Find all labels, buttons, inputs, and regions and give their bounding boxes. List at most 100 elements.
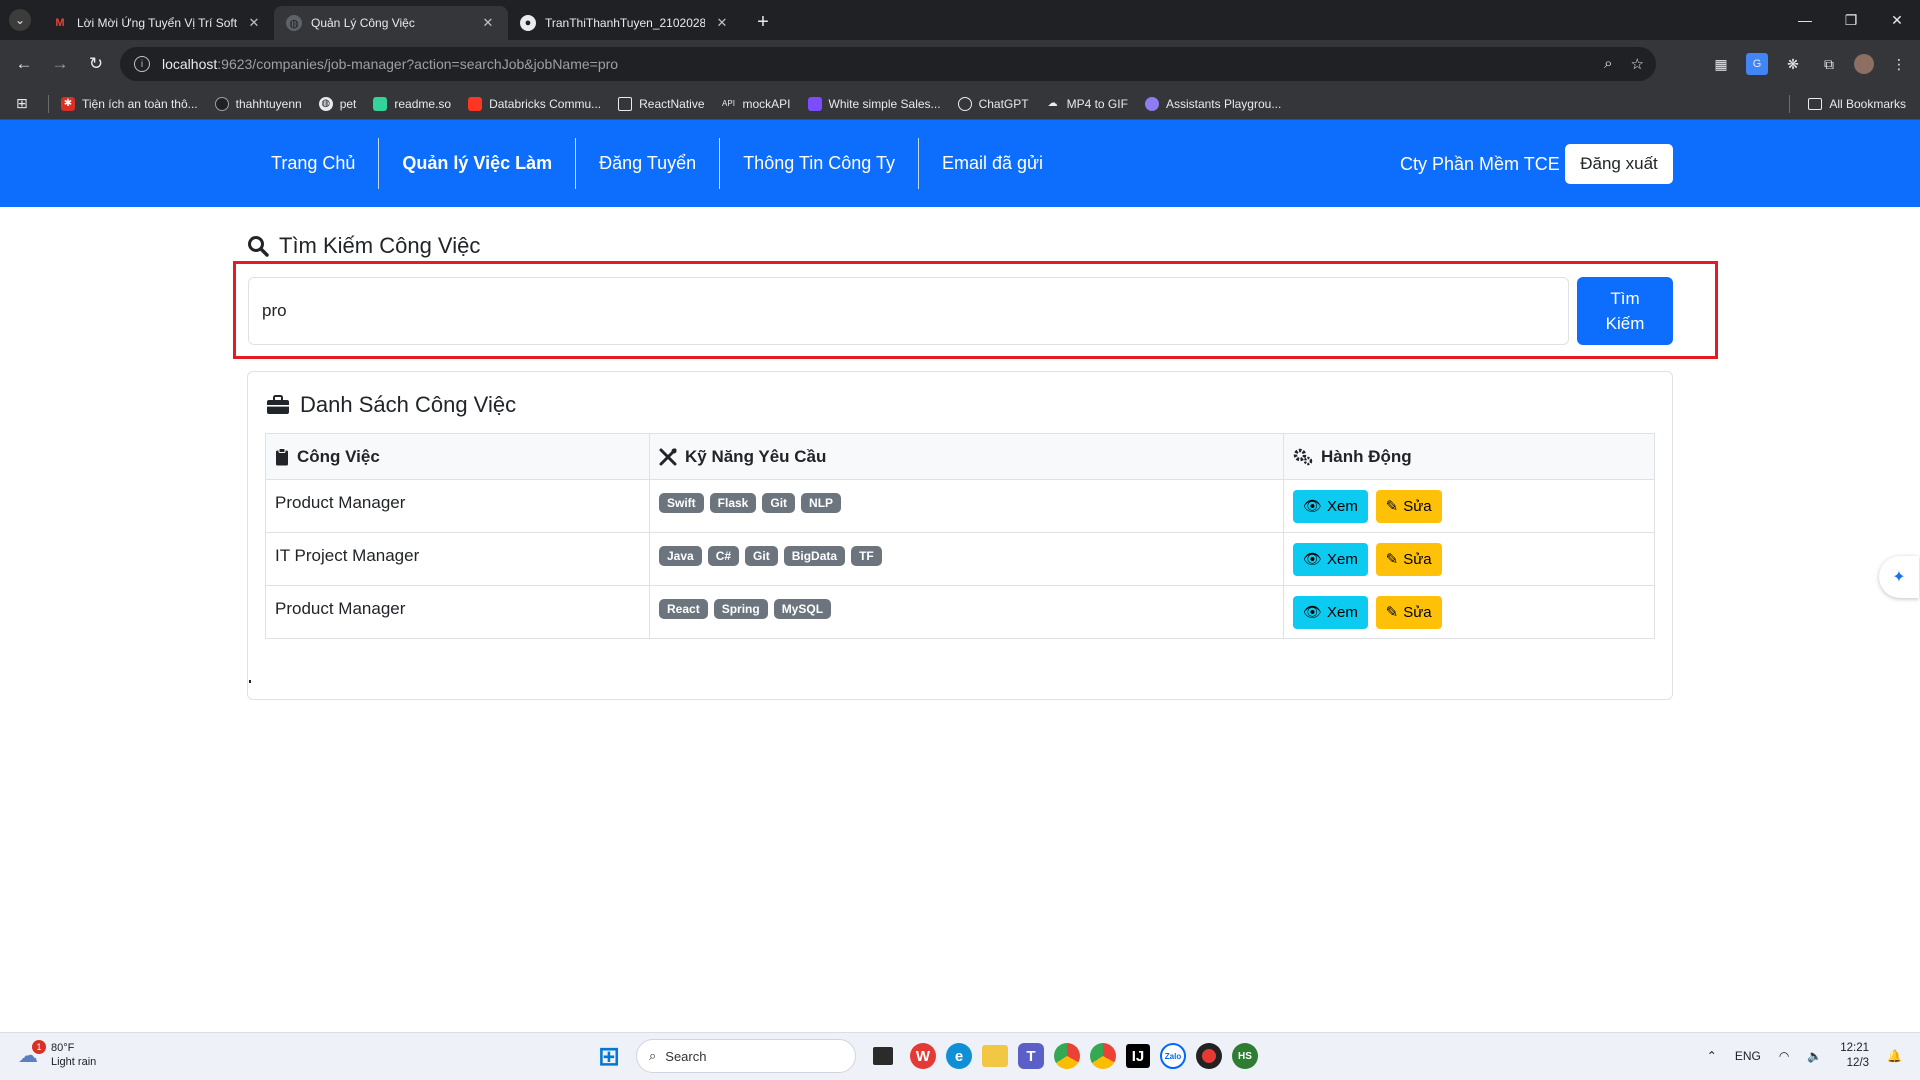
system-tray: ⌃ ENG ◠ 🔈 12:21 12/3 🔔 bbox=[1707, 1041, 1902, 1071]
bookmark-item[interactable]: readme.so bbox=[373, 96, 451, 111]
nav-links: Trang Chủ Quản lý Việc Làm Đăng Tuyển Th… bbox=[248, 138, 1066, 189]
taskbar-search[interactable]: ⌕ Search bbox=[636, 1039, 856, 1073]
close-icon[interactable]: ✕ bbox=[480, 15, 496, 31]
tab-title: TranThiThanhTuyen_21020281_... bbox=[545, 16, 705, 30]
bookmark-item[interactable]: ✱ Tiện ích an toàn thô... bbox=[61, 96, 198, 111]
bookmark-item[interactable]: ReactNative bbox=[618, 96, 705, 111]
close-icon[interactable]: ✕ bbox=[246, 15, 262, 31]
canva-icon bbox=[807, 96, 822, 111]
tab-gmail[interactable]: M Lời Mời Ứng Tuyển Vị Trí Software... ✕ bbox=[40, 6, 274, 40]
windows-start-icon[interactable]: ⊞ bbox=[592, 1039, 626, 1073]
translate-icon[interactable]: G bbox=[1746, 53, 1768, 75]
clipboard-icon bbox=[276, 447, 288, 465]
file-explorer-icon[interactable] bbox=[982, 1045, 1008, 1067]
edit-icon: ✎ bbox=[1385, 551, 1399, 568]
edge-icon[interactable]: e bbox=[946, 1043, 972, 1069]
task-view-icon[interactable] bbox=[873, 1047, 893, 1065]
close-window-icon[interactable]: ✕ bbox=[1874, 0, 1920, 40]
bookmark-item[interactable]: ◍ pet bbox=[318, 96, 356, 111]
edit-button[interactable]: ✎ Sửa bbox=[1375, 542, 1442, 576]
url-path: :9623/companies/job-manager?action=searc… bbox=[217, 56, 619, 72]
job-list-title-text: Danh Sách Công Việc bbox=[300, 392, 517, 417]
qr-code-icon[interactable]: ▦ bbox=[1710, 53, 1732, 75]
wps-office-icon[interactable]: W bbox=[910, 1043, 936, 1069]
reload-icon[interactable]: ↻ bbox=[78, 46, 114, 82]
chevron-up-icon[interactable]: ⌃ bbox=[1707, 1049, 1717, 1063]
floating-assistant-icon[interactable]: ✦ bbox=[1879, 556, 1919, 598]
clock[interactable]: 12:21 12/3 bbox=[1840, 1041, 1869, 1071]
restore-icon[interactable]: ❐ bbox=[1828, 0, 1874, 40]
intellij-icon[interactable]: IJ bbox=[1126, 1044, 1150, 1068]
zoom-icon[interactable]: ⌕ bbox=[1604, 55, 1612, 73]
bookmark-item[interactable]: White simple Sales... bbox=[807, 96, 941, 111]
github-icon: ● bbox=[520, 15, 536, 31]
new-tab-button[interactable]: + bbox=[752, 11, 774, 34]
nav-link-post-job[interactable]: Đăng Tuyển bbox=[576, 138, 721, 189]
readme-icon bbox=[373, 96, 388, 111]
extension-icons: ▦ G ❋ ⧉ ⋮ bbox=[1710, 48, 1910, 80]
url-text: localhost:9623/companies/job-manager?act… bbox=[162, 56, 618, 72]
skill-badge: Git bbox=[762, 493, 796, 514]
actions-cell: 👁 Xem ✎ Sửa bbox=[1283, 479, 1655, 533]
windows-taskbar: ☁ 1 80°F Light rain ⊞ ⌕ Search W e T IJ Z… bbox=[0, 1032, 1920, 1080]
openai-extension-icon[interactable]: ❋ bbox=[1782, 53, 1804, 75]
bookmark-label: White simple Sales... bbox=[828, 96, 941, 111]
chrome-icon[interactable] bbox=[1054, 1043, 1080, 1069]
bookmark-star-icon[interactable]: ☆ bbox=[1631, 55, 1644, 73]
edit-button[interactable]: ✎ Sửa bbox=[1375, 489, 1442, 523]
tab-github[interactable]: ● TranThiThanhTuyen_21020281_... ✕ bbox=[508, 6, 742, 40]
gears-icon bbox=[1293, 448, 1313, 465]
nav-link-sent-email[interactable]: Email đã gửi bbox=[919, 138, 1066, 189]
edit-button[interactable]: ✎ Sửa bbox=[1375, 595, 1442, 629]
teams-icon[interactable]: T bbox=[1018, 1043, 1044, 1069]
view-button[interactable]: 👁 Xem bbox=[1293, 595, 1368, 629]
weather-widget[interactable]: ☁ 1 80°F Light rain bbox=[18, 1040, 96, 1069]
skill-badge: Flask bbox=[709, 493, 757, 514]
tab-search-menu-icon[interactable]: ⌄ bbox=[9, 9, 31, 31]
chrome-profile-icon[interactable] bbox=[1090, 1043, 1116, 1069]
bookmark-item[interactable]: Databricks Commu... bbox=[468, 96, 602, 111]
bookmark-label: ChatGPT bbox=[978, 96, 1029, 111]
hs-app-icon[interactable]: HS bbox=[1232, 1043, 1258, 1069]
wifi-icon[interactable]: ◠ bbox=[1779, 1049, 1789, 1063]
bookmark-label: Databricks Commu... bbox=[489, 96, 602, 111]
back-icon[interactable]: ← bbox=[6, 46, 42, 82]
tools-icon bbox=[659, 448, 677, 465]
gmail-icon: M bbox=[55, 17, 65, 29]
eye-icon: 👁 bbox=[1303, 604, 1323, 621]
language-indicator[interactable]: ENG bbox=[1735, 1049, 1761, 1063]
job-search-input[interactable] bbox=[248, 277, 1569, 345]
volume-icon[interactable]: 🔈 bbox=[1807, 1049, 1822, 1063]
forward-icon[interactable]: → bbox=[42, 46, 78, 82]
nav-link-company-info[interactable]: Thông Tin Công Ty bbox=[720, 138, 919, 189]
edit-button-label: Sửa bbox=[1403, 603, 1432, 621]
minimize-icon[interactable]: — bbox=[1782, 0, 1828, 40]
zalo-icon[interactable]: Zalo bbox=[1160, 1043, 1186, 1069]
notification-bell-icon[interactable]: 🔔 bbox=[1887, 1049, 1902, 1063]
tab-job-manager[interactable]: ◍ Quản Lý Công Việc ✕ bbox=[274, 6, 508, 40]
job-list-title: Danh Sách Công Việc bbox=[266, 392, 516, 418]
bookmark-item[interactable]: Assistants Playgrou... bbox=[1144, 96, 1281, 111]
address-bar[interactable]: i localhost:9623/companies/job-manager?a… bbox=[120, 47, 1656, 81]
bookmark-item[interactable]: ChatGPT bbox=[957, 96, 1029, 111]
actions-cell: 👁 Xem ✎ Sửa bbox=[1283, 585, 1655, 639]
logout-button[interactable]: Đăng xuất bbox=[1565, 144, 1673, 184]
bookmark-item[interactable]: ☁ MP4 to GIF bbox=[1046, 97, 1128, 111]
search-button[interactable]: Tìm Kiếm bbox=[1577, 277, 1673, 345]
bookmark-item[interactable]: thahhtuyenn bbox=[214, 96, 302, 111]
bookmarks-bar: ⊞ ✱ Tiện ích an toàn thô... thahhtuyenn ◍… bbox=[0, 88, 1920, 120]
view-button[interactable]: 👁 Xem bbox=[1293, 542, 1368, 576]
all-bookmarks-button[interactable]: All Bookmarks bbox=[1808, 97, 1906, 111]
profile-avatar[interactable] bbox=[1854, 54, 1874, 74]
bookmark-label: mockAPI bbox=[742, 96, 791, 111]
apps-grid-icon[interactable]: ⊞ bbox=[16, 95, 32, 112]
nav-link-job-manager[interactable]: Quản lý Việc Làm bbox=[379, 138, 577, 189]
extensions-puzzle-icon[interactable]: ⧉ bbox=[1818, 53, 1840, 75]
site-info-icon[interactable]: i bbox=[134, 56, 150, 72]
bookmark-item[interactable]: API mockAPI bbox=[722, 96, 791, 111]
more-menu-icon[interactable]: ⋮ bbox=[1888, 53, 1910, 75]
nav-link-home[interactable]: Trang Chủ bbox=[248, 138, 380, 189]
close-icon[interactable]: ✕ bbox=[714, 15, 730, 31]
record-icon[interactable] bbox=[1196, 1043, 1222, 1069]
view-button[interactable]: 👁 Xem bbox=[1293, 489, 1368, 523]
